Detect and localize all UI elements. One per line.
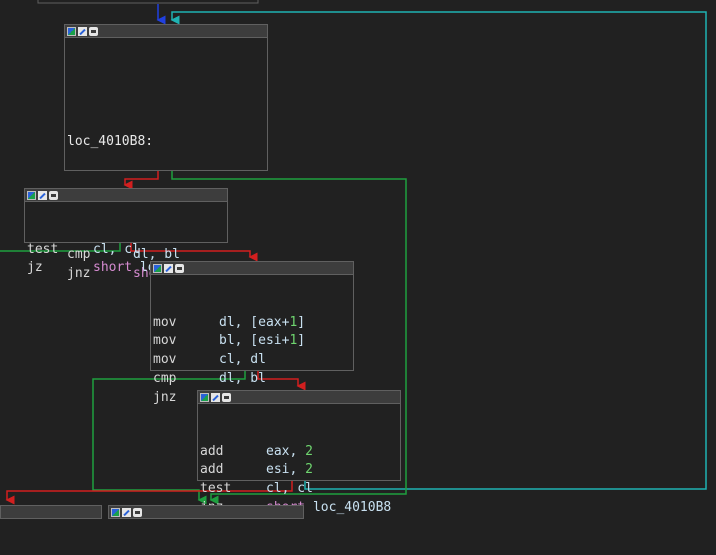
jump-target[interactable]: loc_4010B8 <box>305 500 391 515</box>
mnemonic: jz <box>27 260 43 276</box>
keyword: short <box>93 260 133 276</box>
code-block-add[interactable]: addeax, 2addesi, 2testcl, cljnzshort loc… <box>197 390 401 515</box>
block-header <box>198 391 400 404</box>
xref-icon[interactable] <box>89 26 98 36</box>
instruction-line[interactable]: test cl, cl <box>200 480 400 499</box>
xref-icon[interactable] <box>222 392 231 402</box>
graph-icon[interactable] <box>200 392 209 402</box>
instruction-line[interactable]: mov cl, dl <box>153 351 353 370</box>
immediate-value: 2 <box>305 443 313 459</box>
edit-icon[interactable] <box>164 263 173 273</box>
instruction-line[interactable]: cmp dl, bl <box>153 370 353 389</box>
block-header <box>65 25 267 38</box>
block-header <box>25 189 227 202</box>
instruction-line[interactable]: add eax, 2 <box>200 443 400 462</box>
mnemonic: mov <box>153 352 177 368</box>
edit-icon[interactable] <box>78 26 87 36</box>
xref-icon[interactable] <box>133 507 142 517</box>
operand: dl, bl <box>219 370 266 386</box>
instruction-line[interactable]: mov bl, [esi+1] <box>153 332 353 351</box>
mnemonic: add <box>200 462 224 478</box>
graph-icon[interactable] <box>27 190 36 200</box>
mnemonic: add <box>200 443 224 459</box>
graph-icon[interactable] <box>153 263 162 273</box>
mnemonic: test <box>27 241 59 257</box>
block-code: addeax, 2addesi, 2testcl, cljnzshort loc… <box>198 404 400 555</box>
instruction-line[interactable]: test cl, cl <box>27 241 227 260</box>
operand: ] <box>297 314 306 330</box>
code-block-test[interactable]: testcl, cljzshort loc_4010DC <box>24 188 228 275</box>
code-block-partial-left[interactable] <box>0 505 102 519</box>
edit-icon[interactable] <box>38 190 47 200</box>
operand: cl, cl <box>266 481 313 497</box>
xref-icon[interactable] <box>49 190 58 200</box>
code-block-mov[interactable]: mov dl, [eax+1] mov bl, [esi+1] mov cl, dl cmp… <box>150 261 354 405</box>
graph-icon[interactable] <box>111 507 120 517</box>
operand: eax, <box>266 443 306 459</box>
instruction-line[interactable]: mov dl, [eax+1] <box>153 314 353 333</box>
operand: cl, cl <box>93 241 140 257</box>
mnemonic: test <box>200 481 232 497</box>
edit-icon[interactable] <box>122 507 131 517</box>
mnemonic: cmp <box>153 370 177 386</box>
immediate-value: 2 <box>305 462 313 478</box>
block-label[interactable]: loc_4010B8: <box>67 133 267 152</box>
mnemonic: mov <box>153 333 177 349</box>
operand: cl, dl <box>219 352 266 368</box>
xref-icon[interactable] <box>175 263 184 273</box>
code-block-loc-4010b8[interactable]: loc_4010B8: movdl, [eax]movbl, [esi]movc… <box>64 24 268 281</box>
operand: ] <box>297 333 306 349</box>
block-header <box>151 262 353 275</box>
edge-line <box>37 0 259 4</box>
instruction-line[interactable]: add esi, 2 <box>200 461 400 480</box>
edit-icon[interactable] <box>211 392 220 402</box>
mnemonic: mov <box>153 314 177 330</box>
graph-icon[interactable] <box>67 26 76 36</box>
operand: bl, [esi+ <box>219 333 290 349</box>
operand: dl, [eax+ <box>219 314 290 330</box>
code-block-partial-bottom[interactable] <box>108 505 304 519</box>
operand: esi, <box>266 462 306 478</box>
